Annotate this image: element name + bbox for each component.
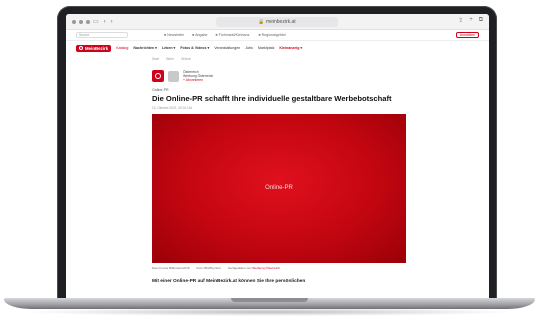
caption-uploader: hochgeladen von Werbung Österreich — [227, 265, 280, 270]
article-date: 13. Oktober 2021, 00:01 Uhr — [152, 105, 193, 110]
article: Österreich Werbung Österreich + Abonnier… — [152, 70, 406, 284]
site-topbar: Suche Newsletter Abgabe Flohmarkt/Kleina… — [66, 30, 489, 41]
breadcrumb-item[interactable]: Wien — [166, 57, 174, 61]
site-logo[interactable]: MeinBezirk — [76, 44, 112, 52]
hero-label: Online-PR — [265, 185, 293, 192]
nav-item[interactable]: Leben ▾ — [162, 46, 175, 50]
nav-item[interactable]: Kleinanzeig ▾ — [279, 46, 302, 50]
laptop-screen: ▭ ‹ › 🔒 meinbezirk.at ⇪ + ⧉ Suche Newsle… — [66, 14, 489, 299]
breadcrumb-item[interactable]: Online — [181, 57, 191, 61]
follow-button[interactable]: + Abonnieren — [183, 78, 213, 82]
search-input[interactable]: Suche — [76, 32, 128, 38]
nav-item[interactable]: Fotos & Videos ▾ — [180, 46, 209, 50]
forward-icon[interactable]: › — [111, 19, 113, 25]
logo-text: MeinBezirk — [85, 45, 109, 51]
article-lead: Mit einer Online-PR auf MeinBezirk.at kö… — [152, 278, 306, 284]
login-button[interactable]: Anmelden — [455, 32, 479, 38]
top-link[interactable]: Regionalgebiet — [258, 33, 286, 37]
nav-item[interactable]: Veranstaltungen — [214, 46, 240, 50]
nav-item[interactable]: Jobs — [245, 46, 253, 50]
logo-icon — [79, 46, 83, 50]
laptop-notch — [231, 298, 308, 302]
new-tab-icon[interactable]: + — [469, 17, 473, 24]
image-caption: Das ist eine Bildunterschrift Foto: Bild… — [152, 266, 406, 270]
hero-image[interactable]: Online-PR — [152, 113, 406, 263]
caption-text: Das ist eine Bildunterschrift — [152, 265, 190, 270]
device-shadow — [20, 308, 519, 316]
caption-credit: Foto: Bild/Symbol — [196, 265, 221, 270]
top-link[interactable]: Abgabe — [192, 33, 207, 37]
publisher-logo-icon[interactable] — [152, 70, 164, 83]
nav-item[interactable]: Nachrichten ▾ — [133, 46, 157, 50]
nav-item[interactable]: Katalog — [116, 46, 128, 50]
top-links: Newsletter Abgabe Flohmarkt/Kleinanz. Re… — [164, 33, 286, 37]
top-link[interactable]: Flohmarkt/Kleinanz. — [216, 33, 251, 37]
nav-item[interactable]: Marktplatz — [258, 46, 275, 50]
breadcrumb: Start Wien Online — [66, 55, 489, 63]
sidebar-icon[interactable]: ▭ — [93, 18, 99, 25]
share-icon[interactable]: ⇪ — [458, 17, 463, 24]
article-title: Die Online-PR schafft Ihre individuelle … — [152, 93, 392, 103]
tabs-icon[interactable]: ⧉ — [479, 17, 483, 24]
main-nav: MeinBezirk Katalog Nachrichten ▾ Leben ▾… — [66, 41, 489, 55]
window-dot[interactable] — [86, 19, 90, 24]
browser-toolbar: ▭ ‹ › 🔒 meinbezirk.at ⇪ + ⧉ — [66, 14, 489, 30]
window-dot[interactable] — [79, 19, 83, 24]
author-row: Österreich Werbung Österreich + Abonnier… — [152, 70, 406, 83]
breadcrumb-item[interactable]: Start — [152, 57, 159, 61]
address-bar[interactable]: 🔒 meinbezirk.at — [216, 17, 338, 27]
top-link[interactable]: Newsletter — [164, 33, 184, 37]
window-dot[interactable] — [72, 19, 76, 24]
article-kicker: Online-PR — [152, 87, 169, 92]
back-icon[interactable]: ‹ — [104, 19, 106, 25]
lock-icon: 🔒 — [258, 19, 266, 25]
uploader-link[interactable]: Werbung Österreich — [252, 266, 280, 270]
avatar[interactable] — [168, 70, 179, 82]
url-text: meinbezirk.at — [265, 19, 296, 25]
